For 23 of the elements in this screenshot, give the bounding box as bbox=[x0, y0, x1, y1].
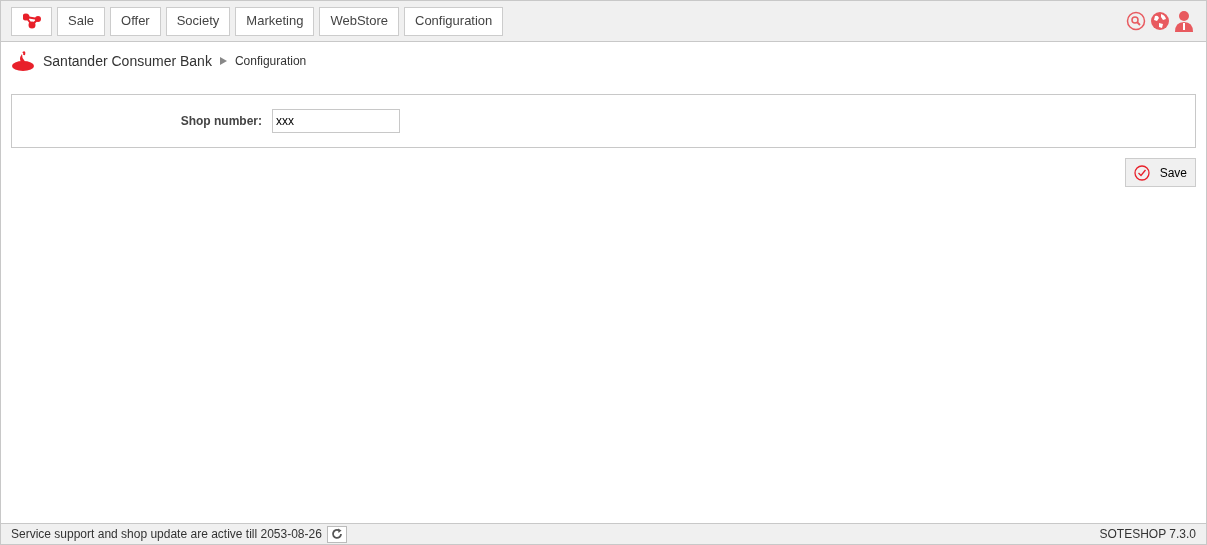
logo-button[interactable] bbox=[11, 6, 52, 36]
search-icon bbox=[1126, 11, 1146, 31]
status-message: Service support and shop update are active till 2053-08-26 bbox=[11, 526, 322, 543]
flame-logo-icon bbox=[11, 51, 35, 71]
user-icon bbox=[1174, 10, 1194, 32]
menu-tab[interactable]: Society bbox=[165, 6, 231, 36]
refresh-button[interactable] bbox=[326, 525, 347, 543]
menu-tab[interactable]: Offer bbox=[110, 6, 161, 36]
breadcrumb-current: Configuration bbox=[234, 53, 307, 70]
menu-tab[interactable]: Marketing bbox=[235, 6, 315, 36]
breadcrumb-title: Santander Consumer Bank bbox=[43, 51, 212, 71]
menu-tab[interactable]: Configuration bbox=[404, 6, 504, 36]
network-icon bbox=[22, 13, 41, 29]
field-label: Shop number: bbox=[179, 113, 262, 130]
triangle-icon bbox=[219, 57, 227, 65]
globe-icon bbox=[1150, 11, 1170, 31]
check-circle-icon bbox=[1133, 164, 1150, 181]
shop-number-field[interactable]: xxx bbox=[272, 109, 400, 133]
menu-tab[interactable]: WebStore bbox=[319, 6, 399, 36]
menu-tab[interactable]: Sale bbox=[57, 6, 106, 36]
version-label: SOTESHOP 7.3.0 bbox=[1099, 526, 1196, 543]
save-button[interactable]: Save bbox=[1124, 158, 1196, 187]
refresh-icon bbox=[330, 528, 343, 540]
